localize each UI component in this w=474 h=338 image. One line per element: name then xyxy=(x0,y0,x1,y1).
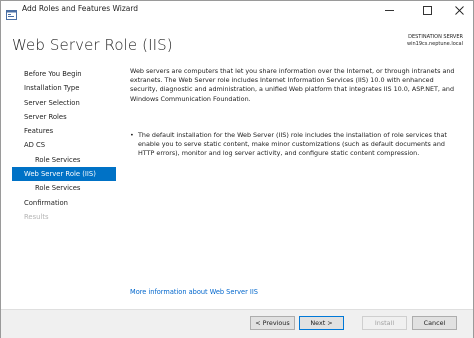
previous-button[interactable]: < Previous xyxy=(250,316,295,330)
wizard-app-icon xyxy=(6,5,17,20)
maximize-icon[interactable] xyxy=(414,1,441,20)
destination-label: DESTINATION SERVER xyxy=(408,34,463,40)
wizard-steps-sidebar: Before You Begin Installation Type Serve… xyxy=(12,67,116,224)
sidebar-item-installation-type[interactable]: Installation Type xyxy=(12,81,116,95)
sidebar-item-server-selection[interactable]: Server Selection xyxy=(12,96,116,110)
title-bar[interactable]: Add Roles and Features Wizard xyxy=(1,1,473,20)
intro-paragraph: Web servers are computers that let you s… xyxy=(130,67,455,103)
cancel-button[interactable]: Cancel xyxy=(412,316,457,330)
wizard-footer: < Previous Next > Install Cancel xyxy=(1,309,473,338)
main-content: Web servers are computers that let you s… xyxy=(130,67,458,157)
sidebar-item-results: Results xyxy=(24,212,49,221)
minimize-icon[interactable] xyxy=(376,1,403,20)
page-title: Web Server Role (IIS) xyxy=(12,36,173,54)
next-button[interactable]: Next > xyxy=(299,316,344,330)
sidebar-item-confirmation[interactable]: Confirmation xyxy=(12,196,116,210)
sidebar-item-ad-cs[interactable]: AD CS xyxy=(12,138,116,152)
sidebar-item-server-roles[interactable]: Server Roles xyxy=(12,110,116,124)
destination-server-name: win19cs.neptune.local xyxy=(407,41,463,47)
window-title: Add Roles and Features Wizard xyxy=(22,4,139,13)
sidebar-item-web-role-services[interactable]: Role Services xyxy=(12,181,116,195)
default-installation-note: • The default installation for the Web S… xyxy=(130,131,450,159)
install-button: Install xyxy=(362,316,407,330)
sidebar-item-features[interactable]: Features xyxy=(12,124,116,138)
bullet-marker: • xyxy=(130,131,134,139)
more-information-link[interactable]: More information about Web Server IIS xyxy=(130,288,258,296)
close-icon[interactable] xyxy=(446,1,473,20)
bullet-text: The default installation for the Web Ser… xyxy=(138,131,447,158)
sidebar-item-before-you-begin[interactable]: Before You Begin xyxy=(12,67,116,81)
wizard-header: Web Server Role (IIS) DESTINATION SERVER… xyxy=(1,20,473,64)
destination-server-info: DESTINATION SERVER win19cs.neptune.local xyxy=(407,34,463,48)
sidebar-item-ad-cs-role-services[interactable]: Role Services xyxy=(12,153,116,167)
wizard-window: Add Roles and Features Wizard Web Server… xyxy=(0,0,474,338)
sidebar-item-web-server-role[interactable]: Web Server Role (IIS) xyxy=(12,167,116,182)
